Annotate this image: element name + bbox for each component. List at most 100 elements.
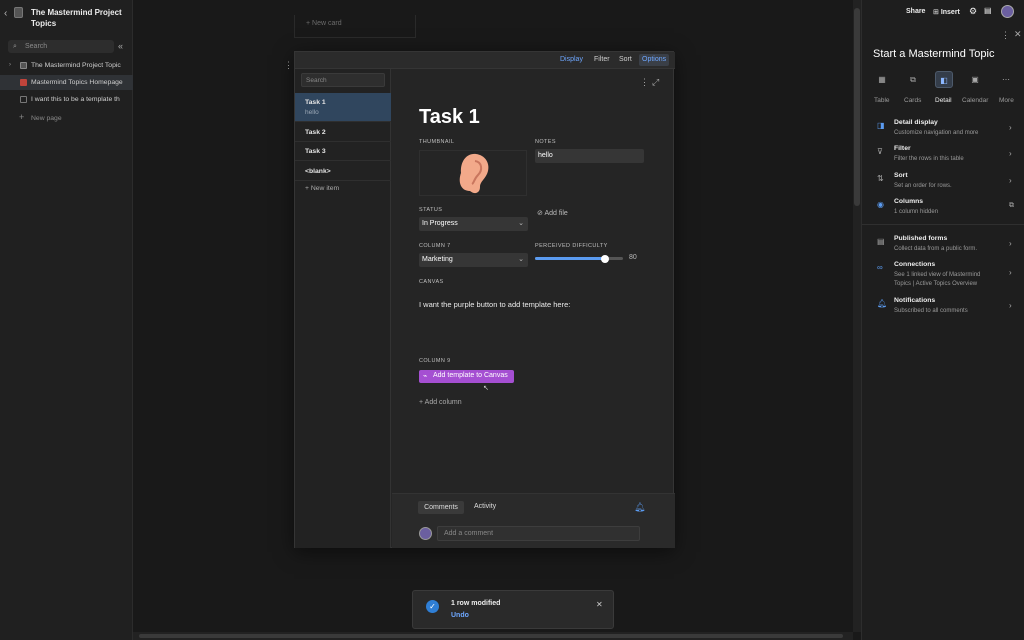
display-button[interactable]: Display [560, 56, 583, 63]
new-page-button[interactable]: + New page [0, 111, 133, 126]
list-item[interactable]: <blank> [295, 161, 391, 181]
chevron-right-icon: › [1009, 176, 1012, 185]
share-button[interactable]: Share [906, 8, 925, 15]
row-subtitle: Customize navigation and more [894, 130, 979, 136]
options-button[interactable]: Options [639, 54, 670, 66]
add-file-button[interactable]: ⊘ Add file [537, 209, 568, 217]
form-icon: ▤ [877, 237, 885, 246]
expand-caret-icon[interactable]: › [9, 58, 11, 73]
doc-title[interactable]: The Mastermind Project Topics [31, 7, 126, 29]
modal-toolbar: Display Filter Sort Options [295, 52, 675, 69]
detail-display-row[interactable]: ◨ Detail display Customize navigation an… [862, 119, 1024, 145]
notes-label: NOTES [535, 139, 556, 145]
sidebar-search-input[interactable]: ⌕ Search [8, 40, 114, 53]
more-options-icon[interactable]: ⋮ [284, 60, 293, 71]
expand-icon[interactable]: ⤢ [652, 77, 659, 88]
new-item-button[interactable]: + New item [305, 185, 339, 192]
row-subtitle: See 1 linked view of Mastermind Topics |… [894, 272, 981, 287]
columns-row[interactable]: ◉ Columns 1 column hidden ⧉ [862, 198, 1024, 224]
horizontal-scrollbar[interactable] [133, 632, 853, 640]
thumbnail-image[interactable] [419, 150, 527, 196]
notes-field[interactable]: hello [535, 149, 644, 163]
filter-row[interactable]: ⊽ Filter Filter the rows in this table › [862, 145, 1024, 171]
view-calendar-button[interactable]: ▣ [966, 71, 984, 88]
grid-plus-icon: ⊞ [933, 9, 941, 16]
undo-button[interactable]: Undo [451, 612, 469, 619]
sort-row[interactable]: ⇅ Sort Set an order for rows. › [862, 172, 1024, 198]
scrollbar-thumb[interactable] [139, 634, 843, 638]
row-title: Columns [894, 198, 924, 205]
column7-label: COLUMN 7 [419, 243, 451, 249]
search-icon: ⌕ [13, 43, 17, 50]
eye-icon: ◉ [877, 200, 884, 209]
view-detail-button[interactable]: ◧ [935, 71, 953, 88]
avatar[interactable] [1001, 5, 1014, 18]
row-subtitle: 1 column hidden [894, 209, 939, 215]
row-title: Sort [894, 172, 908, 179]
detail-modal: Display Filter Sort Options Search Task … [294, 51, 675, 548]
avatar [419, 527, 432, 540]
view-label-more: More [999, 97, 1014, 104]
left-sidebar: ‹ The Mastermind Project Topics ⌕ Search… [0, 0, 133, 640]
view-more-button[interactable]: ⋯ [997, 71, 1015, 88]
chat-icon[interactable]: ▤ [984, 6, 992, 15]
view-cards-button[interactable]: ⧉ [904, 71, 922, 88]
slider-handle[interactable] [601, 254, 610, 263]
status-select[interactable]: In Progress ⌄ [419, 217, 528, 231]
sort-button[interactable]: Sort [619, 56, 632, 63]
chevron-down-icon: ⌄ [518, 220, 524, 227]
scrollbar-thumb[interactable] [854, 8, 860, 206]
comment-input[interactable]: Add a comment [437, 526, 640, 541]
close-icon[interactable]: ✕ [1014, 29, 1022, 40]
link-icon: ∞ [877, 263, 883, 272]
tab-comments[interactable]: Comments [418, 501, 464, 514]
new-card-button[interactable]: + New card [294, 15, 416, 38]
row-subtitle: Filter the rows in this table [894, 156, 964, 162]
list-item[interactable]: Task 2 [295, 123, 391, 142]
chevron-right-icon: › [1009, 239, 1012, 248]
collapse-sidebar-icon[interactable]: « [118, 41, 123, 51]
sidebar-search-placeholder: Search [25, 43, 48, 50]
filter-button[interactable]: Filter [594, 56, 610, 63]
book-icon [20, 79, 27, 86]
right-panel: Share ⊞ Insert ⚙︎ ▤ ⋮ ✕ Start a Mastermi… [861, 0, 1024, 640]
list-item[interactable]: Task 1 hello [295, 93, 391, 122]
divider [862, 224, 1024, 225]
bell-icon: 🔔︎ [877, 299, 888, 308]
notification-bell-icon[interactable]: 🔔︎ [634, 502, 645, 513]
more-vertical-icon[interactable]: ⋮ [1001, 30, 1010, 41]
list-item[interactable]: Task 3 [295, 142, 391, 161]
add-template-button[interactable]: ⌁ Add template to Canvas [419, 370, 514, 383]
add-column-button[interactable]: + Add column [419, 399, 462, 406]
canvas-field[interactable]: I want the purple button to add template… [419, 300, 570, 309]
record-title[interactable]: Task 1 [419, 106, 480, 129]
detail-pane: ⋮ ⤢ Task 1 THUMBNAIL NOTES hello STATUS … [392, 69, 675, 495]
view-label-cards: Cards [904, 97, 922, 104]
notifications-row[interactable]: 🔔︎ Notifications Subscribed to all comme… [862, 297, 1024, 323]
check-icon: ✓ [426, 600, 439, 613]
view-label-detail: Detail [935, 97, 952, 104]
view-table-button[interactable]: ▦ [873, 71, 891, 88]
sidebar-item-project-topic[interactable]: › The Mastermind Project Topic [0, 58, 133, 73]
gear-icon[interactable]: ⚙︎ [969, 6, 977, 17]
new-page-label: New page [31, 115, 62, 122]
sidebar-item-homepage[interactable]: Mastermind Topics Homepage [0, 75, 133, 90]
back-chevron-icon[interactable]: ‹ [4, 8, 7, 19]
list-search-input[interactable]: Search [301, 73, 385, 87]
sidebar-item-template[interactable]: I want this to be a template th [0, 92, 133, 107]
published-forms-row[interactable]: ▤ Published forms Collect data from a pu… [862, 235, 1024, 261]
sort-icon: ⇅ [877, 174, 884, 183]
sidebar-item-label: Mastermind Topics Homepage [31, 79, 123, 86]
slider-fill [535, 257, 606, 260]
more-vertical-icon[interactable]: ⋮ [640, 77, 649, 88]
close-icon[interactable]: ✕ [596, 600, 603, 609]
difficulty-slider[interactable] [535, 254, 623, 263]
row-title: Detail display [894, 119, 938, 126]
tab-activity[interactable]: Activity [474, 503, 496, 510]
vertical-scrollbar[interactable] [853, 0, 861, 632]
column7-select[interactable]: Marketing ⌄ [419, 253, 528, 267]
column7-value: Marketing [422, 256, 453, 263]
insert-button[interactable]: ⊞ Insert [933, 8, 960, 16]
list-item-subtitle: hello [305, 109, 319, 116]
connections-row[interactable]: ∞ Connections See 1 linked view of Maste… [862, 261, 1024, 295]
